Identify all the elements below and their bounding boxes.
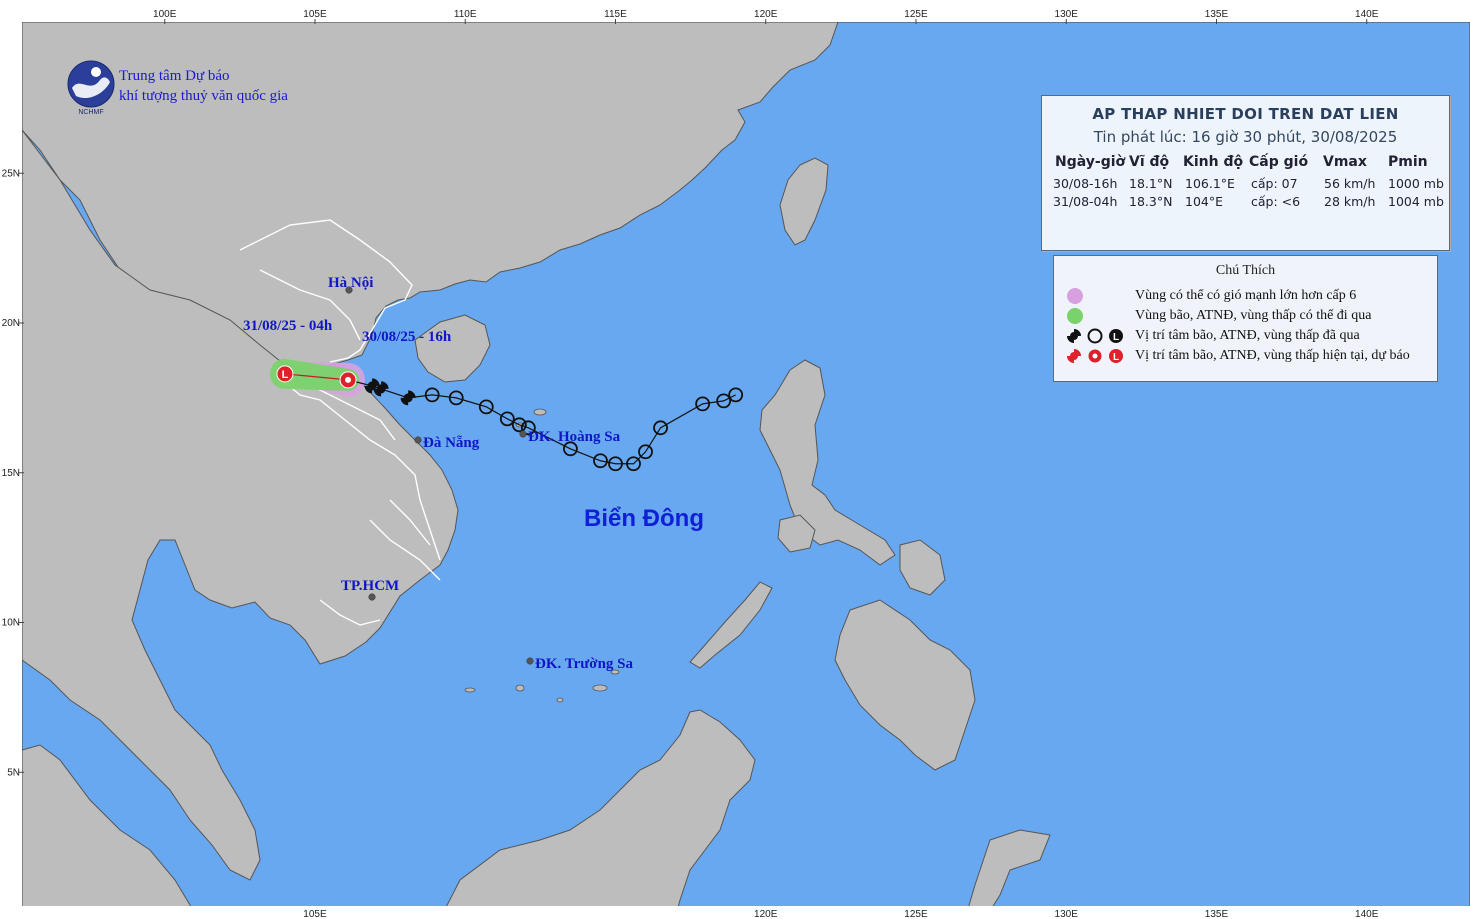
org-name-line2: khí tượng thuỷ văn quốc gia	[119, 88, 288, 104]
label-current-time: 30/08/25 - 16h	[362, 329, 452, 345]
left-axis-label: 25N	[2, 168, 20, 179]
header-pmin: Pmin	[1388, 154, 1428, 170]
danang-dot	[414, 436, 422, 444]
green-zone-icon	[1067, 308, 1083, 324]
row2-wind-level: cấp: <6	[1251, 194, 1301, 209]
header-wind-level: Cấp gió	[1249, 154, 1309, 170]
label-bien-dong: Biển Đông	[584, 505, 704, 532]
row1-datetime: 30/08-16h	[1053, 176, 1118, 191]
top-axis-label: 135E	[1205, 9, 1229, 20]
top-axis-label: 130E	[1055, 9, 1079, 20]
row2-vmax: 28 km/h	[1324, 194, 1376, 209]
header-lat: Vĩ độ	[1129, 154, 1170, 170]
legend-item-past: Vị trí tâm bão, ATNĐ, vùng thấp đã qua	[1135, 328, 1360, 343]
row1-lat: 18.1°N	[1129, 176, 1173, 191]
row1-pmin: 1000 mb	[1388, 176, 1444, 191]
label-ha-noi: Hà Nội	[328, 275, 373, 291]
row1-lon: 106.1°E	[1185, 176, 1235, 191]
top-axis-band	[0, 0, 1470, 22]
header-datetime: Ngày-giờ	[1055, 154, 1126, 170]
past-depression-icon	[1087, 328, 1103, 344]
left-axis-label: 20N	[2, 318, 20, 329]
label-truong-sa: ĐK. Trường Sa	[535, 656, 634, 672]
row2-datetime: 31/08-04h	[1053, 194, 1118, 209]
bottom-axis-label: 130E	[1055, 909, 1079, 919]
legend-title: Chú Thích	[1215, 263, 1276, 278]
forecast-position-marker: L	[276, 365, 294, 383]
tphcm-dot	[368, 593, 376, 601]
logo-text: NCHMF	[78, 109, 103, 116]
bottom-axis-label: 125E	[904, 909, 928, 919]
current-position-icons: L	[1067, 349, 1123, 363]
current-storm-icon	[1067, 349, 1081, 363]
legend-item-wind-zone: Vùng có thể có gió mạnh lớn hơn cấp 6	[1135, 288, 1357, 303]
past-storm-icon	[1067, 329, 1081, 343]
truongsa-dot	[526, 657, 534, 665]
label-da-nang: Đà Nẵng	[423, 435, 480, 451]
top-axis-label: 110E	[454, 9, 477, 20]
row2-lon: 104°E	[1185, 194, 1224, 209]
left-axis-label: 15N	[2, 468, 20, 479]
org-name-line1: Trung tâm Dự báo	[119, 68, 230, 84]
top-axis-label: 120E	[754, 9, 778, 20]
svg-text:L: L	[282, 369, 289, 381]
label-forecast-time: 31/08/25 - 04h	[243, 318, 333, 334]
info-panel: AP THAP NHIET DOI TREN DAT LIEN Tin phát…	[1041, 95, 1450, 251]
header-vmax: Vmax	[1323, 154, 1367, 170]
past-position-icons: L	[1067, 328, 1123, 344]
row1-wind-level: cấp: 07	[1251, 176, 1298, 191]
hoangsa-dot	[519, 430, 527, 438]
nchmf-logo: NCHMF	[66, 58, 116, 116]
bottom-axis-label: 105E	[303, 909, 327, 919]
bottom-axis-label: 135E	[1205, 909, 1229, 919]
info-title: AP THAP NHIET DOI TREN DAT LIEN	[1092, 105, 1399, 123]
legend-panel: Chú Thích Vùng có thể có gió mạnh lớn hơ…	[1053, 255, 1438, 382]
row1-vmax: 56 km/h	[1324, 176, 1376, 191]
row2-lat: 18.3°N	[1129, 194, 1173, 209]
label-hoang-sa: ĐK. Hoàng Sa	[528, 429, 621, 445]
row2-pmin: 1004 mb	[1388, 194, 1444, 209]
svg-text:L: L	[1113, 352, 1119, 363]
bottom-axis-label: 140E	[1355, 909, 1379, 919]
label-tphcm: TP.HCM	[341, 578, 399, 594]
top-axis-label: 105E	[303, 9, 327, 20]
info-subtitle: Tin phát lúc: 16 giờ 30 phút, 30/08/2025	[1093, 128, 1398, 146]
svg-text:L: L	[1113, 332, 1119, 343]
legend-item-current: Vị trí tâm bão, ATNĐ, vùng thấp hiện tại…	[1135, 348, 1410, 363]
purple-zone-icon	[1067, 288, 1083, 304]
top-axis-label: 140E	[1355, 9, 1379, 20]
bottom-axis-band	[0, 906, 1470, 919]
top-axis-label: 100E	[153, 9, 177, 20]
top-axis-label: 125E	[904, 9, 928, 20]
top-axis-label: 115E	[604, 9, 627, 20]
weather-map: 100E 105E 110E 115E 120E 125E 130E 135E 140E 105…	[0, 0, 1470, 919]
left-axis-band	[0, 0, 22, 919]
current-position-marker	[339, 371, 357, 389]
bottom-axis-label: 120E	[754, 909, 778, 919]
left-axis-label: 10N	[2, 618, 20, 629]
header-lon: Kinh độ	[1183, 154, 1244, 170]
legend-item-path-zone: Vùng bão, ATNĐ, vùng thấp có thể đi qua	[1135, 308, 1372, 323]
